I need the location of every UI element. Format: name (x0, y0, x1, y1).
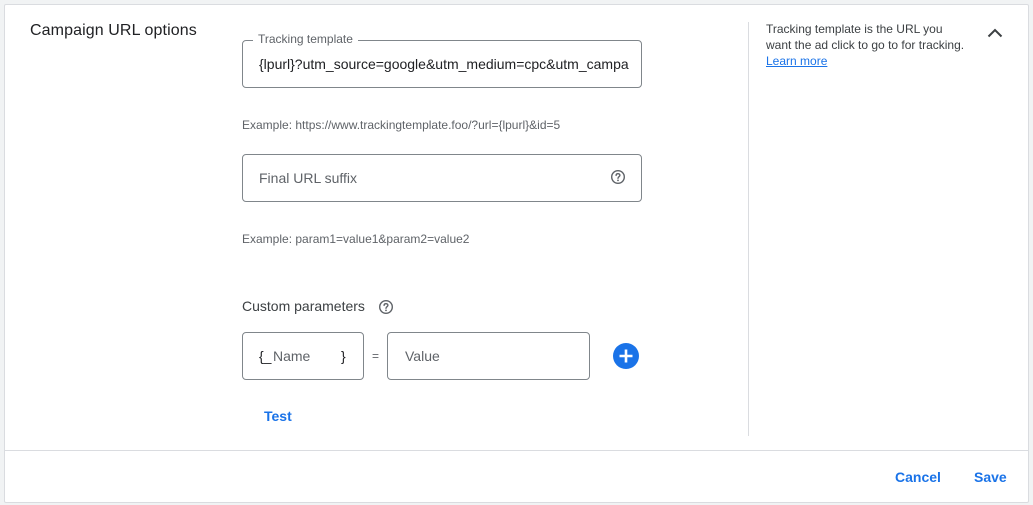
save-button[interactable]: Save (974, 469, 1007, 485)
name-prefix: {_ (259, 348, 272, 364)
custom-parameters-label: Custom parameters (242, 298, 365, 314)
help-circle-icon[interactable] (610, 169, 626, 185)
tracking-template-field[interactable]: Tracking template {lpurl}?utm_source=goo… (242, 32, 642, 88)
campaign-url-options-card: Campaign URL options Tracking template {… (4, 4, 1029, 503)
value-placeholder: Value (405, 348, 440, 364)
final-url-suffix-example: Example: param1=value1&param2=value2 (242, 232, 470, 246)
tracking-template-input[interactable]: {lpurl}?utm_source=google&utm_medium=cpc… (259, 56, 629, 72)
final-url-suffix-placeholder: Final URL suffix (259, 170, 358, 186)
test-button[interactable]: Test (264, 408, 292, 424)
chevron-up-icon (987, 28, 1003, 38)
add-parameter-button[interactable] (613, 343, 639, 369)
footer-divider (5, 450, 1028, 451)
name-placeholder: Name (273, 348, 311, 364)
learn-more-link[interactable]: Learn more (766, 54, 827, 68)
equals-sign: = (372, 349, 380, 363)
name-suffix: } (341, 348, 346, 364)
vertical-divider (748, 22, 749, 436)
custom-parameter-value-input[interactable]: Value (387, 332, 590, 380)
add-circle-icon (619, 349, 633, 363)
cancel-button[interactable]: Cancel (895, 469, 941, 485)
info-panel: Tracking template is the URL you want th… (766, 21, 966, 69)
tracking-template-example: Example: https://www.trackingtemplate.fo… (242, 118, 561, 132)
help-circle-icon[interactable] (378, 299, 394, 315)
final-url-suffix-field[interactable]: Final URL suffix (242, 154, 642, 202)
collapse-button[interactable] (983, 21, 1007, 45)
tracking-template-label: Tracking template (253, 32, 358, 46)
custom-parameter-name-input[interactable]: {_ Name } (242, 332, 364, 380)
section-title: Campaign URL options (30, 22, 197, 39)
info-text: Tracking template is the URL you want th… (766, 22, 965, 52)
